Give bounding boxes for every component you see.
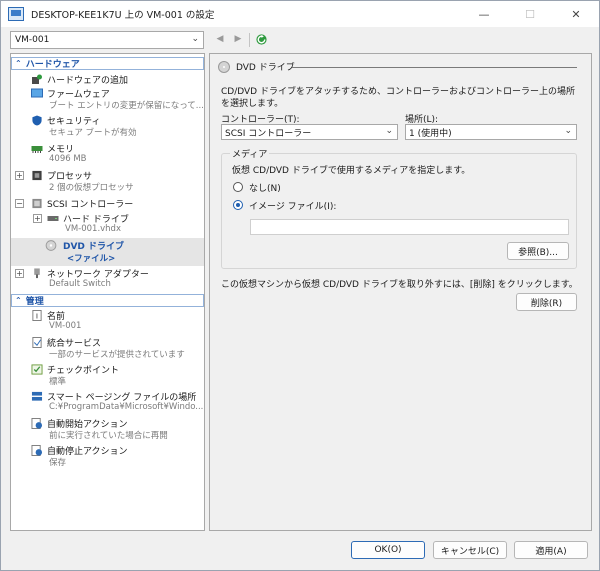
none-radio[interactable] bbox=[233, 182, 243, 192]
media-group: メディア 仮想 CD/DVD ドライブで使用するメディアを指定します。 なし(N… bbox=[221, 147, 577, 269]
integration-services-icon bbox=[32, 337, 42, 348]
name-document-icon: I bbox=[32, 310, 42, 321]
section-title: DVD ドライブ bbox=[236, 63, 295, 73]
tree-item-smart-paging[interactable]: スマート ページング ファイルの場所 C:¥ProgramData¥Micros… bbox=[11, 390, 204, 416]
network-adapter-icon bbox=[34, 268, 40, 279]
tree-item-scsi-controller[interactable]: − SCSI コントローラー bbox=[11, 197, 204, 211]
section-divider bbox=[292, 67, 577, 68]
image-file-radio[interactable] bbox=[233, 200, 243, 210]
none-radio-label[interactable]: なし(N) bbox=[249, 181, 281, 194]
section-header: DVD ドライブ bbox=[218, 60, 295, 73]
hard-drive-icon bbox=[47, 216, 59, 221]
tree-item-auto-start[interactable]: 自動開始アクション 前に実行されていた場合に再開 bbox=[11, 417, 204, 443]
svg-text:I: I bbox=[36, 311, 38, 320]
window-title: DESKTOP-KEE1K7U 上の VM-001 の設定 bbox=[31, 10, 215, 21]
toolbar-divider bbox=[249, 33, 250, 47]
tree-item-name[interactable]: I 名前 VM-001 bbox=[11, 309, 204, 335]
back-arrow-icon[interactable]: ◀ bbox=[213, 32, 227, 46]
settings-tree: ⌃ ハードウェア ハードウェアの追加 ファームウェア ブート エントリの変更が保… bbox=[10, 53, 205, 531]
close-button[interactable]: ✕ bbox=[553, 1, 599, 27]
tree-item-firmware[interactable]: ファームウェア ブート エントリの変更が保留になって... bbox=[11, 87, 204, 113]
collapse-chevron-icon: ⌃ bbox=[15, 59, 22, 68]
image-file-path-input[interactable] bbox=[250, 219, 569, 235]
firmware-icon bbox=[31, 88, 43, 98]
image-file-radio-label[interactable]: イメージ ファイル(I): bbox=[249, 199, 336, 212]
management-section-header[interactable]: ⌃ 管理 bbox=[11, 294, 204, 307]
shield-icon bbox=[32, 115, 42, 126]
auto-stop-icon bbox=[31, 445, 43, 456]
location-select[interactable]: 1 (使用中) ⌄ bbox=[405, 124, 577, 140]
media-group-title: メディア bbox=[230, 147, 270, 160]
dvd-disc-icon bbox=[218, 60, 230, 73]
expand-toggle-icon[interactable]: + bbox=[33, 214, 42, 223]
tree-item-auto-stop[interactable]: 自動停止アクション 保存 bbox=[11, 444, 204, 470]
expand-toggle-icon[interactable]: + bbox=[15, 171, 24, 180]
scsi-controller-icon bbox=[32, 198, 42, 209]
chevron-down-icon: ⌄ bbox=[564, 126, 572, 136]
tree-item-integration-services[interactable]: 統合サービス 一部のサービスが提供されています bbox=[11, 336, 204, 362]
tree-item-dvd-drive[interactable]: DVD ドライブ <ファイル> bbox=[11, 238, 204, 266]
forward-arrow-icon[interactable]: ▶ bbox=[231, 32, 245, 46]
ok-button[interactable]: OK(O) bbox=[351, 541, 425, 559]
chevron-down-icon: ⌄ bbox=[385, 126, 393, 136]
tree-item-memory[interactable]: メモリ 4096 MB bbox=[11, 142, 204, 168]
dvd-description: CD/DVD ドライブをアタッチするため、コントローラーおよびコントローラー上の… bbox=[221, 87, 575, 109]
tree-item-processor[interactable]: + プロセッサ 2 個の仮想プロセッサ bbox=[11, 169, 204, 195]
tree-item-checkpoint[interactable]: チェックポイント 標準 bbox=[11, 363, 204, 389]
chevron-down-icon: ⌄ bbox=[191, 34, 199, 44]
hyperv-settings-icon bbox=[8, 7, 24, 21]
settings-window: DESKTOP-KEE1K7U 上の VM-001 の設定 — ☐ ✕ VM-0… bbox=[0, 0, 600, 571]
media-description: 仮想 CD/DVD ドライブで使用するメディアを指定します。 bbox=[232, 166, 471, 176]
add-hardware-icon bbox=[32, 74, 42, 84]
refresh-icon[interactable] bbox=[255, 33, 268, 46]
browse-button[interactable]: 参照(B)... bbox=[507, 242, 569, 260]
minimize-button[interactable]: — bbox=[461, 1, 507, 27]
collapse-toggle-icon[interactable]: − bbox=[15, 199, 24, 208]
auto-start-icon bbox=[31, 418, 43, 429]
tree-item-hard-drive[interactable]: + ハード ドライブ VM-001.vhdx bbox=[11, 212, 204, 238]
tree-item-network-adapter[interactable]: + ネットワーク アダプター Default Switch bbox=[11, 267, 204, 293]
tree-item-security[interactable]: セキュリティ セキュア ブートが有効 bbox=[11, 114, 204, 140]
controller-select[interactable]: SCSI コントローラー ⌄ bbox=[221, 124, 398, 140]
vm-selector-value: VM-001 bbox=[15, 35, 50, 45]
smart-paging-icon bbox=[31, 391, 43, 401]
processor-icon bbox=[32, 170, 42, 181]
expand-toggle-icon[interactable]: + bbox=[15, 269, 24, 278]
remove-button[interactable]: 削除(R) bbox=[516, 293, 577, 311]
dvd-disc-icon bbox=[45, 240, 57, 251]
tree-item-add-hardware[interactable]: ハードウェアの追加 bbox=[11, 73, 204, 87]
toolbar: VM-001 ⌄ ◀ ▶ bbox=[1, 29, 599, 53]
hardware-section-header[interactable]: ⌃ ハードウェア bbox=[11, 57, 204, 70]
memory-chip-icon bbox=[31, 146, 43, 153]
remove-description: この仮想マシンから仮想 CD/DVD ドライブを取り外すには、[削除] をクリッ… bbox=[221, 280, 578, 290]
dvd-drive-settings-panel: DVD ドライブ CD/DVD ドライブをアタッチするため、コントローラーおよび… bbox=[209, 53, 592, 531]
cancel-button[interactable]: キャンセル(C) bbox=[433, 541, 507, 559]
collapse-chevron-icon: ⌃ bbox=[15, 296, 22, 305]
title-bar: DESKTOP-KEE1K7U 上の VM-001 の設定 — ☐ ✕ bbox=[1, 1, 599, 27]
maximize-button[interactable]: ☐ bbox=[507, 1, 553, 27]
checkpoint-icon bbox=[31, 364, 43, 375]
vm-selector[interactable]: VM-001 ⌄ bbox=[10, 31, 204, 49]
apply-button[interactable]: 適用(A) bbox=[514, 541, 588, 559]
